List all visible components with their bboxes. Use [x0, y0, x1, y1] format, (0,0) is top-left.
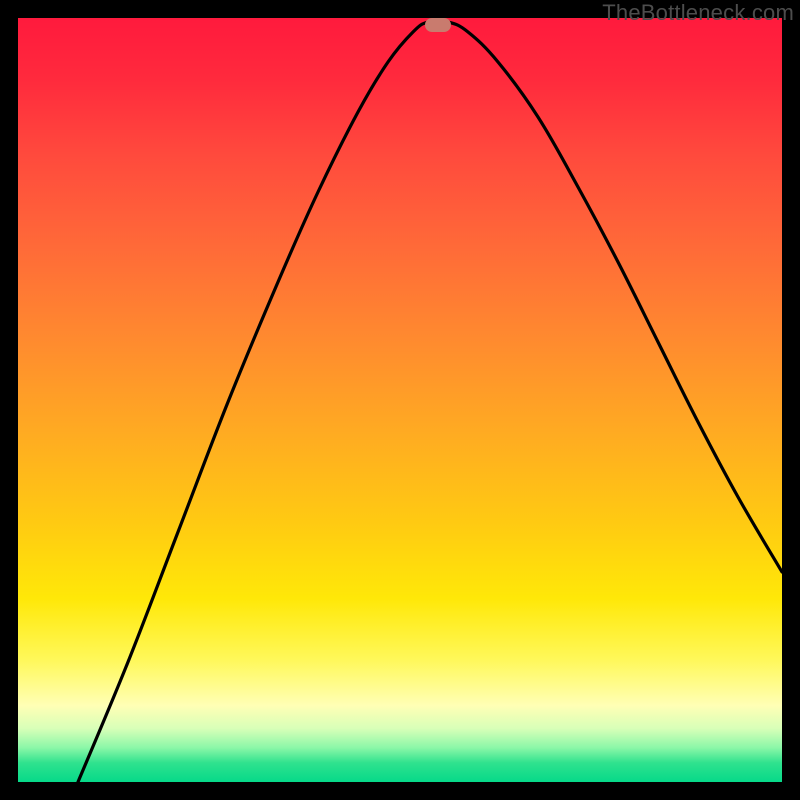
chart-frame: TheBottleneck.com — [0, 0, 800, 800]
chart-plot-area — [18, 18, 782, 782]
optimum-marker — [425, 18, 451, 32]
watermark-text: TheBottleneck.com — [602, 0, 794, 26]
bottleneck-curve — [18, 18, 782, 782]
